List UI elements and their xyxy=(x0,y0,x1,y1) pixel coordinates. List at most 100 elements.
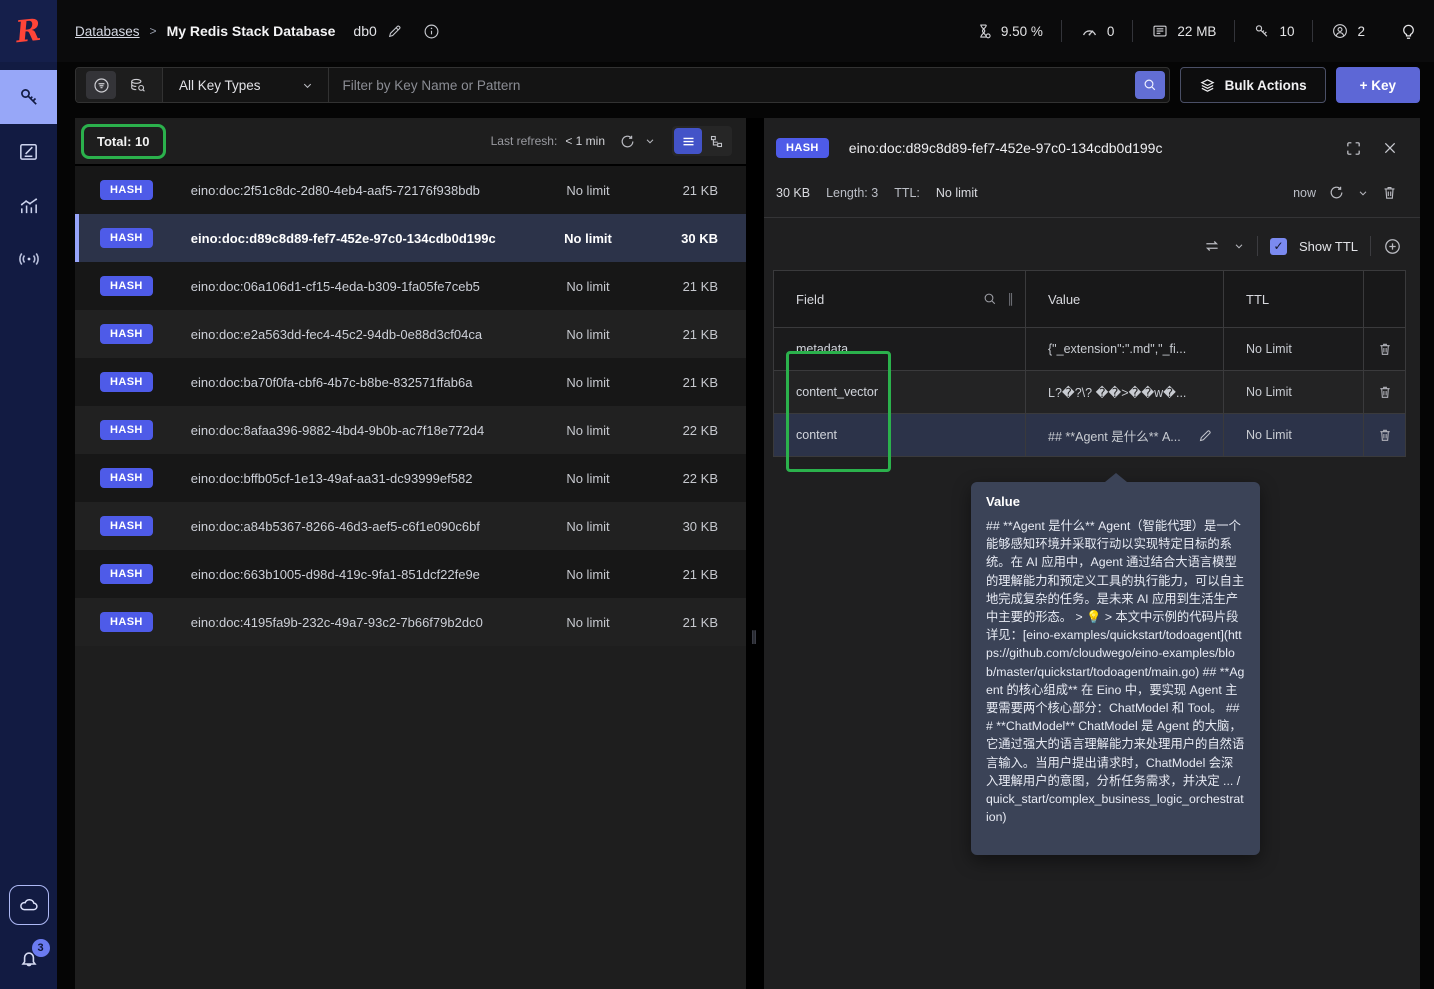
filter-by-pattern-button[interactable] xyxy=(86,71,116,99)
format-switcher-icon[interactable] xyxy=(1203,237,1221,255)
panel-resizer[interactable]: ∥ xyxy=(746,118,764,989)
column-header-ttl[interactable]: TTL xyxy=(1224,271,1364,328)
details-meta-tools: now xyxy=(1293,184,1398,201)
key-list-row[interactable]: HASH eino:doc:bffb05cf-1e13-49af-aa31-dc… xyxy=(75,454,746,502)
nav-browser-keys[interactable] xyxy=(0,70,57,124)
delete-field-icon[interactable] xyxy=(1377,384,1393,400)
refresh-icon[interactable] xyxy=(619,133,636,150)
details-key-name[interactable]: eino:doc:d89c8d89-fef7-452e-97c0-134cdb0… xyxy=(849,140,1325,156)
cloud-button[interactable] xyxy=(8,885,49,925)
notifications-button[interactable]: 3 xyxy=(17,939,50,971)
breadcrumb-databases-link[interactable]: Databases xyxy=(75,24,140,39)
metric-clients: 2 xyxy=(1313,22,1383,40)
key-name: eino:doc:d89c8d89-fef7-452e-97c0-134cdb0… xyxy=(190,230,496,246)
tree-view-button[interactable] xyxy=(702,128,730,154)
key-filter-input[interactable] xyxy=(328,68,1135,102)
column-header-field[interactable]: Field ∥ xyxy=(774,271,1026,328)
delete-field-icon[interactable] xyxy=(1377,427,1393,443)
chevron-down-icon[interactable] xyxy=(644,135,656,147)
field-row-content[interactable]: content ## **Agent 是什么** A... No Limit xyxy=(774,414,1405,457)
key-list-row[interactable]: HASH eino:doc:a84b5367-8266-46d3-aef5-c6… xyxy=(75,502,746,550)
db-info-icon[interactable] xyxy=(423,23,440,40)
chevron-down-icon[interactable] xyxy=(1357,187,1369,199)
field-row-metadata[interactable]: metadata {"_extension":".md","_fi... No … xyxy=(774,328,1405,371)
key-list-row-selected[interactable]: HASH eino:doc:d89c8d89-fef7-452e-97c0-13… xyxy=(75,214,746,262)
breadcrumb-current-database: My Redis Stack Database xyxy=(166,23,336,39)
key-list-row[interactable]: HASH eino:doc:2f51c8dc-2d80-4eb4-aaf5-72… xyxy=(75,166,746,214)
column-header-value[interactable]: Value xyxy=(1026,271,1224,328)
key-ttl: No limit xyxy=(566,518,610,534)
value-tooltip: Value ## **Agent 是什么** Agent（智能代理）是一个能够感… xyxy=(971,473,1260,855)
add-key-button[interactable]: + Key xyxy=(1335,67,1420,103)
field-name: content xyxy=(774,414,1026,457)
field-value[interactable]: L?�?\? ��>��w�... xyxy=(1026,371,1224,414)
field-row-content-vector[interactable]: content_vector L?�?\? ��>��w�... No Limi… xyxy=(774,371,1405,414)
key-ttl: No limit xyxy=(566,374,610,390)
delete-field-icon[interactable] xyxy=(1377,341,1393,357)
key-list-row[interactable]: HASH eino:doc:4195fa9b-232c-49a7-93c2-7b… xyxy=(75,598,746,646)
search-icon[interactable] xyxy=(1134,71,1165,99)
key-size: 21 KB xyxy=(682,182,718,198)
field-value[interactable]: ## **Agent 是什么** A... xyxy=(1026,414,1224,457)
key-type-badge: HASH xyxy=(100,276,153,296)
key-size: 30 KB xyxy=(681,230,718,246)
insights-lightbulb-icon[interactable] xyxy=(1399,22,1418,41)
list-view-button[interactable] xyxy=(674,128,702,154)
key-list-panel: Total: 10 Last refresh: < 1 min HASH ein… xyxy=(75,118,746,989)
key-list-row[interactable]: HASH eino:doc:e2a563dd-fec4-45c2-94db-0e… xyxy=(75,310,746,358)
key-ttl: No limit xyxy=(566,470,610,486)
delete-key-icon[interactable] xyxy=(1381,184,1398,201)
nav-pubsub[interactable] xyxy=(0,232,57,286)
workbench-icon xyxy=(17,140,40,163)
memory-card-icon xyxy=(1151,22,1169,40)
redis-logo[interactable]: R xyxy=(0,0,57,62)
nav-analytics[interactable] xyxy=(0,178,57,232)
chevron-down-icon[interactable] xyxy=(1233,240,1245,252)
key-name: eino:doc:2f51c8dc-2d80-4eb4-aaf5-72176f9… xyxy=(190,182,480,198)
edit-value-icon[interactable] xyxy=(1198,428,1213,443)
last-refresh-time: now xyxy=(1293,185,1316,200)
key-type-dropdown[interactable]: All Key Types xyxy=(163,68,329,102)
search-field-icon[interactable] xyxy=(982,291,998,307)
field-value[interactable]: {"_extension":".md","_fi... xyxy=(1026,328,1224,371)
field-ttl: No Limit xyxy=(1224,414,1364,457)
column-header-actions xyxy=(1364,271,1405,328)
key-size: 21 KB xyxy=(682,278,718,294)
browser-filter-bar: All Key Types Bulk Actions + Key xyxy=(57,62,1434,108)
key-list-row[interactable]: HASH eino:doc:8afaa396-9882-4bd4-9b0b-ac… xyxy=(75,406,746,454)
filter-mode-toggle xyxy=(76,68,163,102)
search-by-values-button[interactable] xyxy=(122,71,152,99)
refresh-icon[interactable] xyxy=(1328,184,1345,201)
field-ttl: No Limit xyxy=(1224,371,1364,414)
key-list-row[interactable]: HASH eino:doc:06a106d1-cf15-4eda-b309-1f… xyxy=(75,262,746,310)
resizer-handle-icon[interactable]: ∥ xyxy=(751,628,760,645)
key-list-row[interactable]: HASH eino:doc:ba70f0fa-cbf6-4b7c-b8be-83… xyxy=(75,358,746,406)
metric-ops-value: 0 xyxy=(1106,23,1115,39)
key-ttl-label: TTL: xyxy=(894,185,920,200)
filter-group: All Key Types xyxy=(75,67,1170,103)
key-size: 21 KB xyxy=(682,566,718,582)
key-type-badge: HASH xyxy=(100,372,153,392)
key-ttl: No limit xyxy=(566,422,610,438)
controls-separator xyxy=(1256,236,1258,256)
fields-table-header: Field ∥ Value TTL xyxy=(774,271,1405,328)
key-name: eino:doc:663b1005-d98d-419c-9fa1-851dcf2… xyxy=(190,566,480,582)
key-ttl-value[interactable]: No limit xyxy=(936,186,978,200)
fullscreen-icon[interactable] xyxy=(1345,140,1362,157)
key-name: eino:doc:a84b5367-8266-46d3-aef5-c6f1e09… xyxy=(190,518,480,534)
key-type-badge: HASH xyxy=(100,420,153,440)
key-length-label: Length: 3 xyxy=(826,185,879,200)
edit-db-alias-icon[interactable] xyxy=(387,23,403,39)
add-field-icon[interactable] xyxy=(1383,237,1402,256)
key-name: eino:doc:4195fa9b-232c-49a7-93c2-7b66f79… xyxy=(190,614,483,630)
column-resize-handle[interactable]: ∥ xyxy=(1008,291,1016,307)
connected-clients-icon xyxy=(1331,22,1349,40)
key-list-row[interactable]: HASH eino:doc:663b1005-d98d-419c-9fa1-85… xyxy=(75,550,746,598)
nav-workbench[interactable] xyxy=(0,124,57,178)
show-ttl-checkbox[interactable]: ✓ xyxy=(1269,237,1287,255)
close-icon[interactable] xyxy=(1382,140,1398,156)
key-type-badge: HASH xyxy=(100,612,153,632)
bulk-actions-button[interactable]: Bulk Actions xyxy=(1179,67,1326,103)
key-type-badge: HASH xyxy=(100,516,153,536)
key-size-value: 30 KB xyxy=(776,185,811,200)
